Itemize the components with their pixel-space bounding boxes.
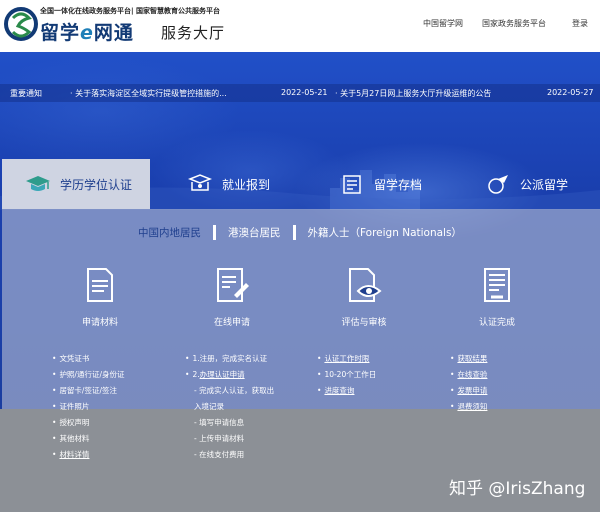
subtab-mainland[interactable]: 中国内地居民 [138,225,207,240]
review-info-list: 认证工作时限 10-20个工作日 进度查询 [317,351,376,399]
form-pen-icon [217,268,249,302]
step-application-materials: 申请材料 [40,265,160,328]
completion-list: 获取结果 在线查验 发票申请 退费须知 [450,351,487,415]
tab-label: 公派留学 [520,177,569,192]
materials-details-link[interactable]: 材料详情 [59,450,89,459]
divider [292,224,296,240]
application-steps-list: 1.注册，完成实名认证 2.办理认证申请 - 完成实人认证，获取出 入境记录 -… [185,351,274,463]
apply-step-prefix: 2. [192,370,200,379]
notice-label: 重要通知 [10,89,42,98]
step-review: 评估与审核 [304,265,424,328]
step-label: 申请材料 [81,318,118,328]
site-subtitle: 服务大厅 [161,24,226,42]
apply-item: 2.办理认证申请 [185,367,274,383]
review-eye-icon [349,268,382,302]
documents-icon [87,268,113,302]
list-item: 其他材料 [52,431,125,447]
list-item: 居留卡/签证/签注 [52,383,125,399]
watermark: 知乎 @IrisZhang [449,479,586,499]
online-verify-item: 在线查验 [450,367,487,383]
list-item: - 在线支付费用 [194,450,245,459]
get-result-link[interactable]: 获取结果 [457,354,487,363]
service-tabs: 学历学位认证 就业报到 留学存档 公派留学 [0,159,600,209]
list-item: - 填写申请信息 [194,418,245,427]
refund-item: 退费须知 [450,399,487,415]
tab-label: 学历学位认证 [60,177,133,192]
refund-link[interactable]: 退费须知 [457,402,487,411]
progress-query-link[interactable]: 进度查询 [324,386,354,395]
site-title[interactable]: 留学e网通 [40,18,134,45]
tab-government-sponsored[interactable]: 公派留学 [484,159,568,209]
materials-list: 文凭证书 护照/通行证/身份证 居留卡/签证/签注 证件照片 授权声明 其他材料… [52,351,125,463]
subtab-hk-macao-taiwan[interactable]: 港澳台居民 [222,225,287,240]
list-item: - 完成实人认证，获取出 [194,386,275,395]
archive-folder-icon [343,175,361,194]
invoice-link[interactable]: 发票申请 [457,386,487,395]
step-label: 评估与审核 [341,318,387,328]
get-result-item: 获取结果 [450,351,487,367]
online-verify-link[interactable]: 在线查验 [457,370,487,379]
notice-link[interactable]: · 关于5月27日网上服务大厅升级运维的公告 [335,88,491,99]
notice-date: 2022-05-21 [281,88,328,97]
review-time-link[interactable]: 认证工作时限 [324,354,369,363]
list-item: - 上传申请材料 [194,434,245,443]
subtab-foreign-nationals[interactable]: 外籍人士（Foreign Nationals） [302,225,468,240]
notice-bar: 重要通知 · 关于落实海淀区全域实行提级管控措施的... 2022-05-21 … [0,84,600,102]
invoice-item: 发票申请 [450,383,487,399]
list-item: 证件照片 [52,399,125,415]
list-item: 1.注册，完成实名认证 [185,351,274,367]
tab-label: 留学存档 [374,177,423,192]
platform-tagline: 全国一体化在线政务服务平台| 国家智慧教育公共服务平台 [40,7,220,15]
title-pre: 留学 [40,22,81,44]
logo-icon [4,7,38,41]
review-time-item: 认证工作时限 [317,351,376,367]
step-online-application: 在线申请 [172,265,292,328]
nav-link-gov-platform[interactable]: 国家政务服务平台 [482,18,546,29]
list-item: 文凭证书 [52,351,125,367]
apply-certification-link[interactable]: 办理认证申请 [200,370,245,379]
nav-link-cscse[interactable]: 中国留学网 [423,18,463,29]
site-header: 全国一体化在线政务服务平台| 国家智慧教育公共服务平台 留学e网通 服务大厅 中… [0,0,600,52]
id-card-icon [187,174,213,191]
notice-link[interactable]: · 关于落实海淀区全域实行提级管控措施的... [70,88,227,99]
step-completed: 认证完成 [437,265,557,328]
title-e: e [80,22,94,44]
notice-date: 2022-05-27 [547,88,594,97]
divider [213,224,216,240]
tab-employment-registration[interactable]: 就业报到 [186,159,270,209]
list-item: 护照/通行证/身份证 [52,367,124,383]
step-label: 认证完成 [478,318,515,328]
progress-query-item: 进度查询 [317,383,376,399]
tab-label: 就业报到 [222,177,271,192]
materials-details-item: 材料详情 [52,447,125,463]
list-item: 10-20个工作日 [317,367,376,383]
tab-study-archive[interactable]: 留学存档 [338,159,422,209]
residency-subtabs: 中国内地居民 港澳台居民 外籍人士（Foreign Nationals） [138,224,468,240]
list-item: 授权声明 [52,415,125,431]
title-post: 网通 [93,22,134,44]
step-label: 在线申请 [213,318,250,328]
certificate-icon [484,268,510,302]
list-item: 入境记录 [194,402,224,411]
graduation-cap-icon [26,176,50,191]
airplane-globe-icon [488,175,508,194]
login-link[interactable]: 登录 [572,18,588,29]
tab-degree-certification[interactable]: 学历学位认证 [2,159,150,209]
